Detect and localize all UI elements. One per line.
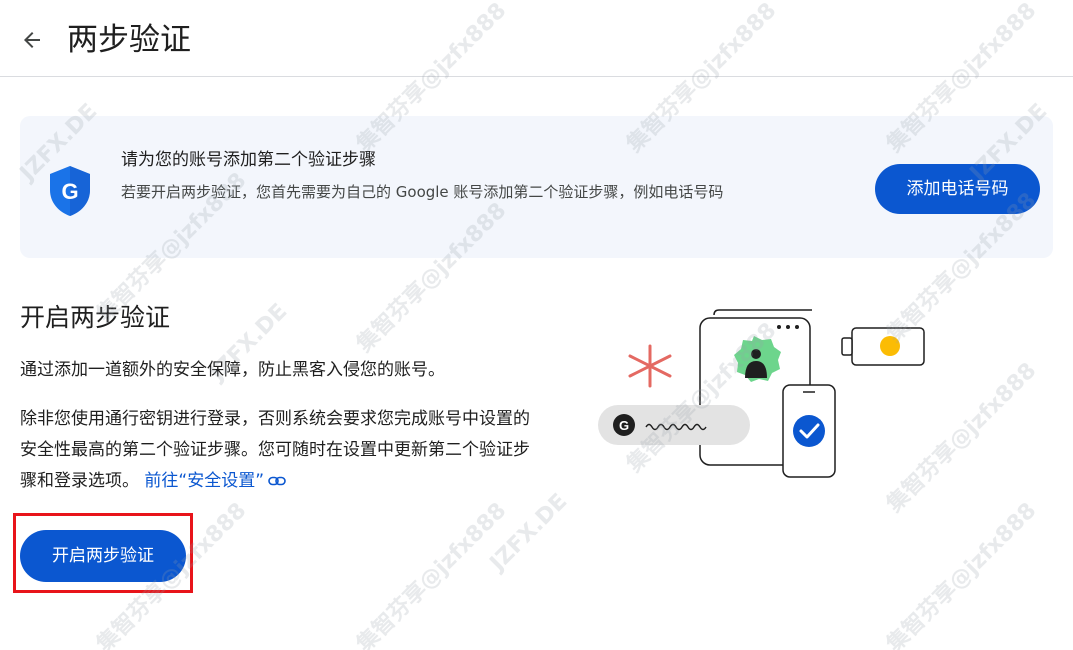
watermark-text: 集智芬享@jzfx888 [882,498,1042,650]
banner-description: 若要开启两步验证，您首先需要为自己的 Google 账号添加第二个验证步骤，例如… [121,183,724,201]
arrow-back-icon [24,32,40,48]
password-pill-icon: G [598,405,750,445]
watermark-text: JZFX.DE [485,489,573,576]
two-step-illustration: G [598,309,925,478]
link-icon [268,476,286,486]
battery-icon [841,327,925,366]
page-header: 两步验证 [0,0,1073,77]
add-second-step-banner: G 请为您的账号添加第二个验证步骤 若要开启两步验证，您首先需要为自己的 Goo… [20,116,1053,258]
security-settings-link-label: 前往“安全设置” [144,471,265,491]
intro-paragraph: 通过添加一道额外的安全保障，防止黑客入侵您的账号。 [20,360,445,380]
enable-2sv-button[interactable]: 开启两步验证 [20,530,186,582]
phone-icon [782,384,836,478]
banner-title: 请为您的账号添加第二个验证步骤 [121,150,376,170]
svg-text:G: G [61,179,78,204]
details-paragraph: 除非您使用通行密钥进行登录，否则系统会要求您完成账号中设置的安全性最高的第二个验… [20,404,545,497]
svg-text:G: G [619,418,629,433]
google-shield-icon: G [50,166,90,216]
security-settings-link[interactable]: 前往“安全设置” [144,471,286,491]
section-title: 开启两步验证 [20,303,171,332]
add-phone-number-button[interactable]: 添加电话号码 [875,164,1040,214]
asterisk-icon [628,344,672,388]
page-title: 两步验证 [67,22,191,58]
watermark-text: 集智芬享@jzfx888 [352,498,512,650]
back-button[interactable] [14,22,50,58]
